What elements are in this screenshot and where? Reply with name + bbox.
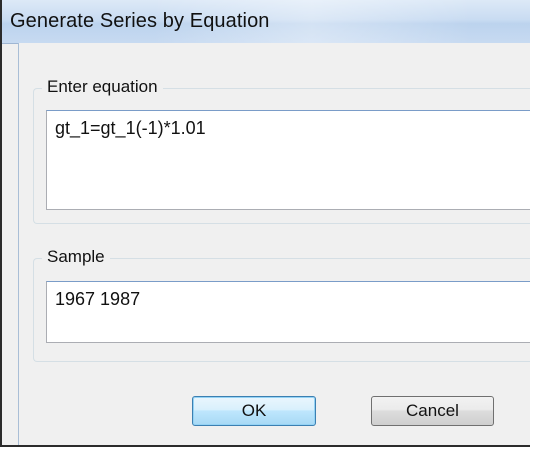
dialog-window: Generate Series by Equation Enter equati… <box>0 0 530 447</box>
title-bar[interactable]: Generate Series by Equation <box>2 0 530 44</box>
ok-button[interactable]: OK <box>192 396 316 426</box>
equation-group: Enter equation gt_1=gt_1(-1)*1.01 <box>33 77 530 224</box>
dialog-title: Generate Series by Equation <box>10 10 270 32</box>
cancel-button-label: Cancel <box>406 401 459 420</box>
dialog-client-area: Enter equation gt_1=gt_1(-1)*1.01 Sample… <box>18 43 530 445</box>
sample-group-label: Sample <box>42 247 110 267</box>
equation-input[interactable]: gt_1=gt_1(-1)*1.01 <box>46 110 530 210</box>
equation-group-label: Enter equation <box>42 77 163 97</box>
sample-group: Sample 1967 1987 <box>33 247 530 362</box>
sample-input[interactable]: 1967 1987 <box>46 281 530 343</box>
ok-button-label: OK <box>241 401 267 420</box>
cancel-button[interactable]: Cancel <box>371 396 494 426</box>
